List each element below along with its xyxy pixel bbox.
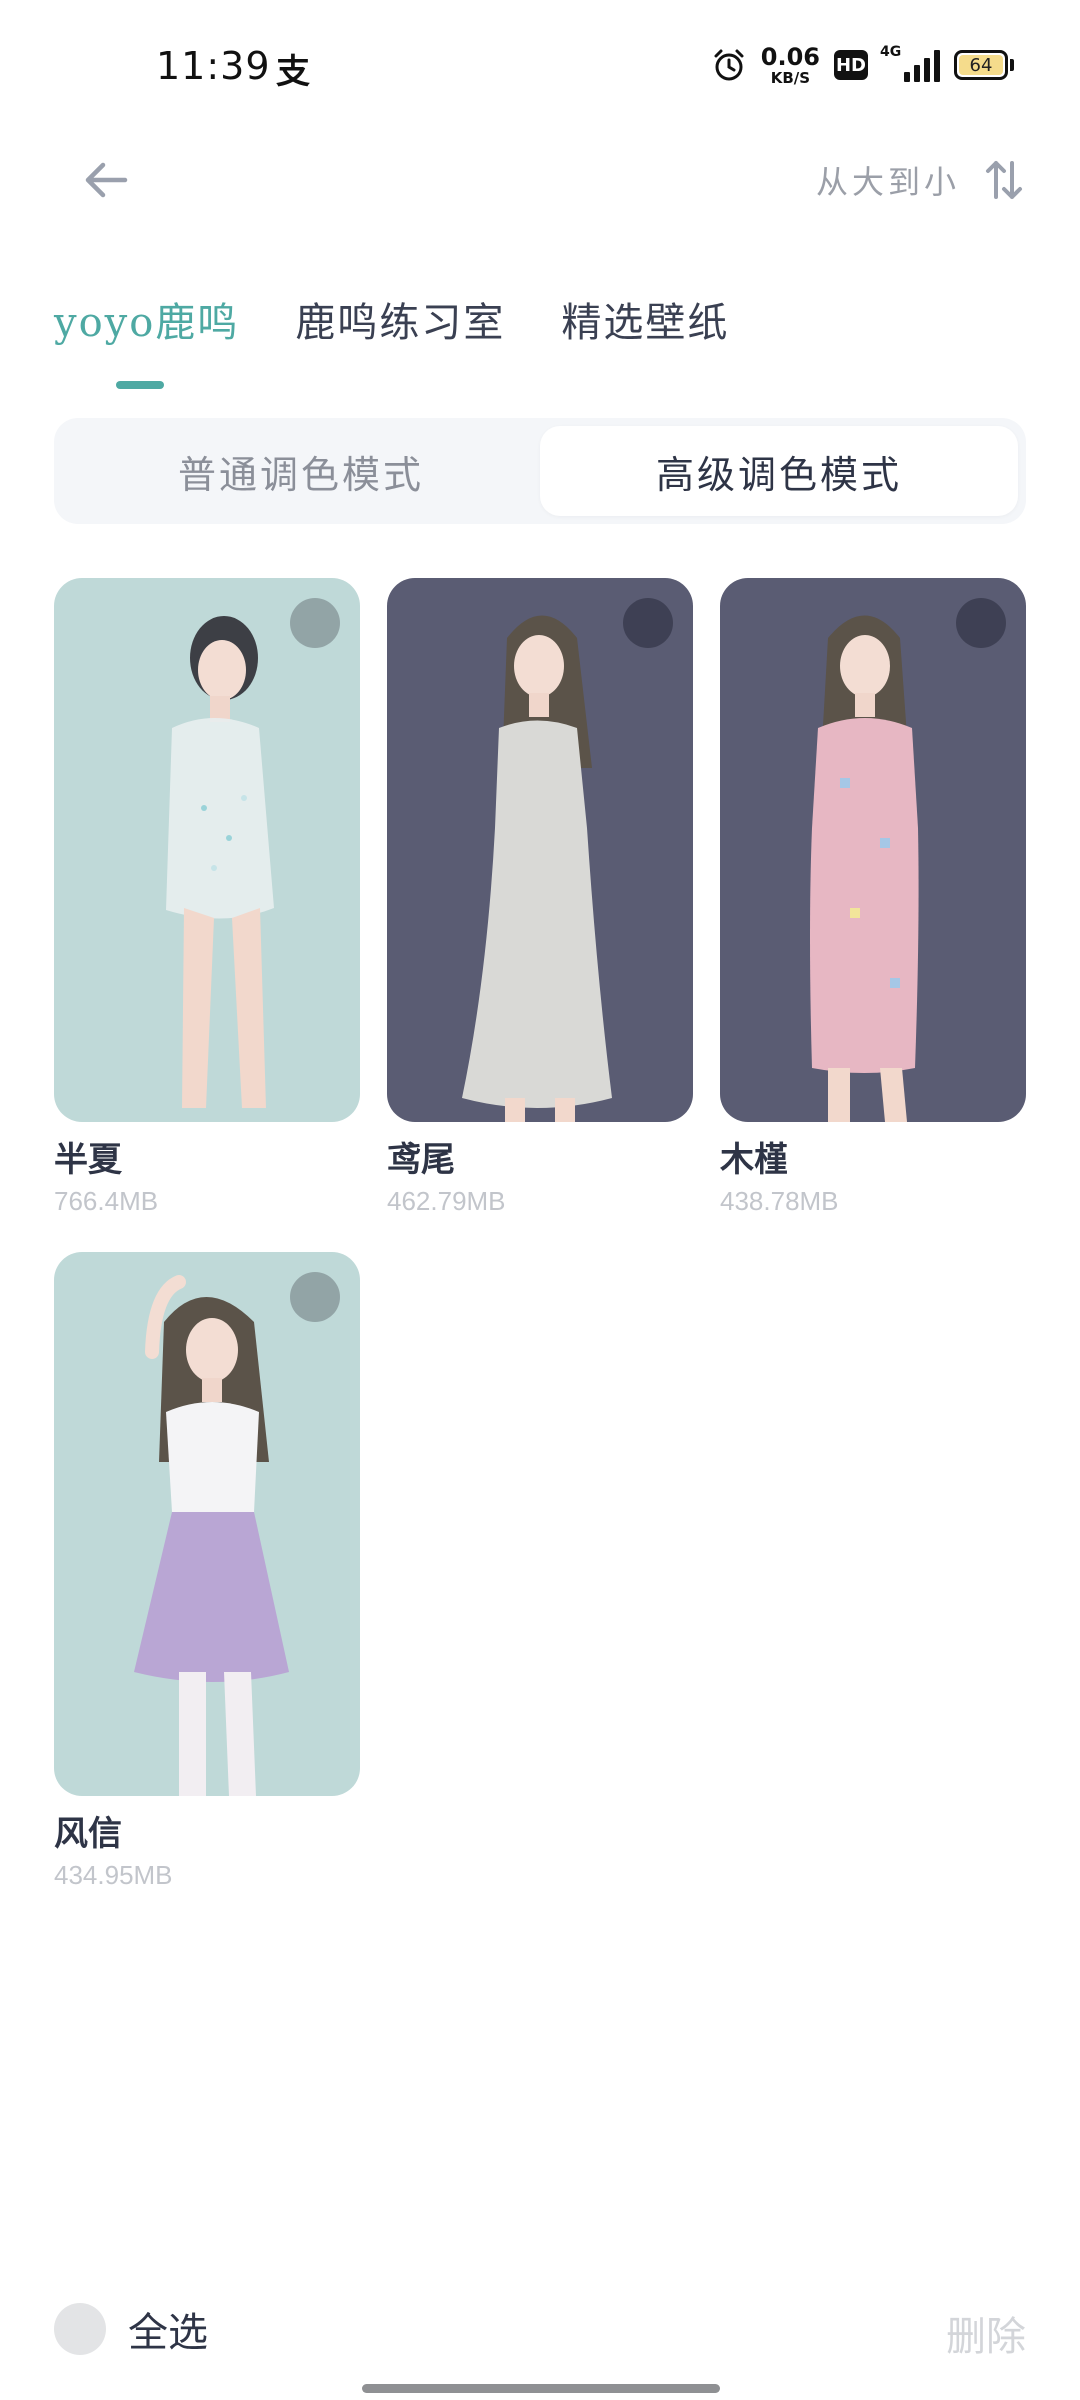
tab-featured-wallpapers[interactable]: 精选壁纸 xyxy=(561,290,729,348)
character-thumbnail xyxy=(54,578,360,1122)
select-checkbox[interactable] xyxy=(623,598,673,648)
character-card[interactable]: 木槿 438.78MB xyxy=(720,578,1026,1217)
select-checkbox[interactable] xyxy=(290,1272,340,1322)
character-name: 木槿 xyxy=(720,1140,788,1180)
select-all-radio[interactable] xyxy=(54,2303,106,2355)
advanced-color-mode-option[interactable]: 高级调色模式 xyxy=(540,426,1018,516)
category-tabs: yoyo鹿鸣 鹿鸣练习室 精选壁纸 xyxy=(54,290,729,348)
character-thumbnail xyxy=(720,578,1026,1122)
character-figure-image xyxy=(134,1275,289,1796)
character-size: 434.95MB xyxy=(54,1860,173,1890)
battery-level: 64 xyxy=(959,55,1003,76)
signal-strength-icon: 4G xyxy=(880,44,940,82)
character-figure-image xyxy=(810,615,919,1122)
sort-label: 从大到小 xyxy=(815,163,960,201)
character-size: 766.4MB xyxy=(54,1186,159,1216)
tab-yoyo-luming[interactable]: yoyo鹿鸣 xyxy=(54,290,239,348)
color-mode-switch: 普通调色模式 高级调色模式 xyxy=(54,418,1026,524)
select-checkbox[interactable] xyxy=(956,598,1006,648)
delete-button[interactable]: 删除 xyxy=(946,2304,1026,2362)
character-size: 438.78MB xyxy=(720,1186,839,1216)
select-all-control[interactable]: 全选 xyxy=(54,2300,208,2358)
alarm-icon xyxy=(714,49,744,81)
status-bar: 11:39 支 0.06 KB/S HD 4G 64 xyxy=(0,0,1080,120)
character-thumbnail xyxy=(54,1252,360,1796)
home-indicator[interactable] xyxy=(362,2384,720,2393)
hd-voice-icon: HD xyxy=(834,50,868,80)
battery-icon: 64 xyxy=(954,50,1014,80)
character-name: 风信 xyxy=(54,1814,122,1854)
network-speed: 0.06 KB/S xyxy=(760,42,820,87)
character-name: 半夏 xyxy=(54,1140,122,1180)
tab-luming-practice-room[interactable]: 鹿鸣练习室 xyxy=(295,290,505,348)
character-card[interactable]: 风信 434.95MB xyxy=(54,1252,360,1891)
character-figure-image xyxy=(462,615,612,1122)
sort-button[interactable]: 从大到小 xyxy=(816,150,1024,210)
character-figure-image xyxy=(166,616,274,1108)
character-name: 鸢尾 xyxy=(387,1140,455,1180)
arrow-left-icon xyxy=(85,162,128,198)
active-tab-indicator xyxy=(116,381,164,389)
select-all-label: 全选 xyxy=(128,2310,208,2356)
alipay-notification-icon: 支 xyxy=(276,52,310,92)
normal-color-mode-option[interactable]: 普通调色模式 xyxy=(62,426,540,516)
character-thumbnail xyxy=(387,578,693,1122)
character-card[interactable]: 鸢尾 462.79MB xyxy=(387,578,693,1217)
character-card[interactable]: 半夏 766.4MB xyxy=(54,578,360,1217)
sort-arrows-icon xyxy=(986,161,1022,199)
back-button[interactable] xyxy=(76,150,136,210)
clock: 11:39 xyxy=(156,44,271,88)
character-size: 462.79MB xyxy=(387,1186,506,1216)
select-checkbox[interactable] xyxy=(290,598,340,648)
